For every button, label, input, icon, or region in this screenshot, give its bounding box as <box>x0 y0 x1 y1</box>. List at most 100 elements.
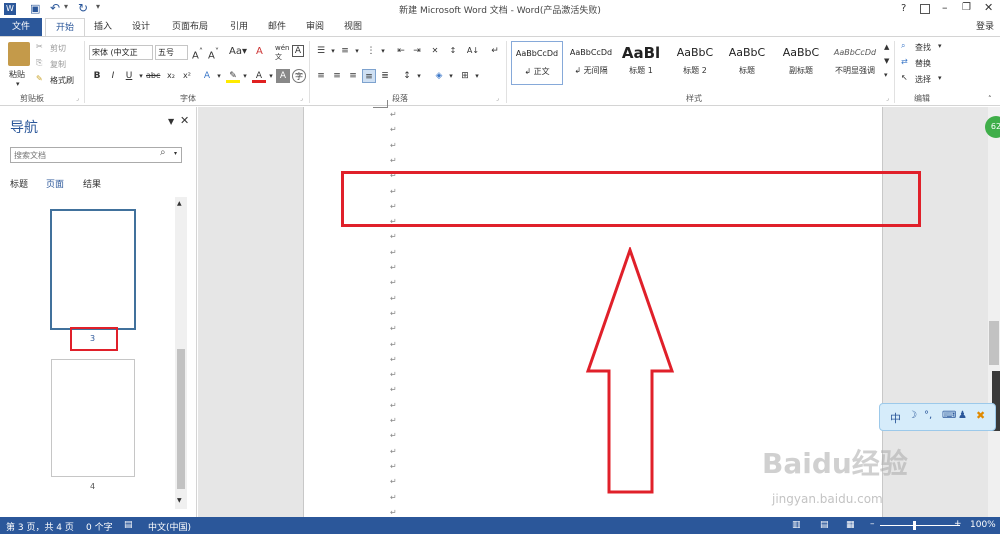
shrink-font-icon[interactable]: A˅ <box>208 46 219 61</box>
page-thumbnail-4[interactable] <box>51 359 135 477</box>
collapse-ribbon-icon[interactable]: ˄ <box>988 95 992 103</box>
cut-button[interactable]: 剪切 <box>50 43 66 54</box>
italic-icon[interactable]: I <box>106 69 120 83</box>
ime-toolbar[interactable]: 中 ☽ °, ⌨ ♟ ✖ <box>879 403 996 431</box>
tab-view[interactable]: 视图 <box>336 18 370 36</box>
zoom-in-icon[interactable]: + <box>954 519 962 529</box>
align-right-icon[interactable]: ≡ <box>346 69 360 83</box>
restore-icon[interactable]: ❐ <box>962 2 971 13</box>
bold-icon[interactable]: B <box>90 69 104 83</box>
style-normal[interactable]: AaBbCcDd ↲ 正文 <box>511 41 563 85</box>
punctuation-icon[interactable]: °, <box>924 410 932 421</box>
styles-launcher-icon[interactable]: ⌟ <box>886 95 889 102</box>
search-icon[interactable]: ⌕ <box>160 147 166 158</box>
select-icon[interactable]: ↖ <box>901 73 908 82</box>
web-layout-icon[interactable]: ▦ <box>846 520 855 530</box>
paragraph-launcher-icon[interactable]: ⌟ <box>496 95 499 102</box>
styles-scroll-down-icon[interactable]: ▼ <box>884 57 889 65</box>
char-shading-icon[interactable]: A <box>276 69 290 83</box>
subscript-icon[interactable]: x₂ <box>164 69 178 83</box>
zoom-slider[interactable] <box>880 525 960 526</box>
select-dropdown-icon[interactable]: ▾ <box>938 74 942 82</box>
float-badge[interactable]: 62 <box>985 116 1000 138</box>
tab-home[interactable]: 开始 <box>45 18 85 36</box>
find-icon[interactable]: ⌕ <box>901 41 905 51</box>
zoom-slider-thumb[interactable] <box>913 521 916 530</box>
char-border-icon[interactable]: A <box>292 45 304 57</box>
scroll-thumb[interactable] <box>989 321 999 365</box>
paste-icon[interactable] <box>8 42 30 66</box>
tab-file[interactable]: 文件 <box>0 18 42 36</box>
scroll-up-icon[interactable]: ▲ <box>177 200 182 207</box>
close-icon[interactable]: ✕ <box>984 1 993 14</box>
language[interactable]: 中文(中国) <box>148 520 191 533</box>
strikethrough-icon[interactable]: abc <box>146 69 160 83</box>
moon-icon[interactable]: ☽ <box>908 410 917 421</box>
read-mode-icon[interactable]: ▥ <box>792 520 801 530</box>
decrease-indent-icon[interactable]: ⇤ <box>394 44 408 58</box>
replace-icon[interactable]: ⇄ <box>901 57 908 66</box>
help-icon[interactable]: ? <box>901 3 906 14</box>
align-left-icon[interactable]: ≡ <box>314 69 328 83</box>
word-count[interactable]: 0 个字 <box>86 520 113 533</box>
search-input[interactable] <box>10 147 182 163</box>
user-icon[interactable]: ♟ <box>958 410 967 421</box>
copy-icon[interactable]: ⎘ <box>36 58 42 68</box>
grow-font-icon[interactable]: A˄ <box>192 46 203 61</box>
cut-icon[interactable]: ✂ <box>36 42 43 51</box>
tab-review[interactable]: 审阅 <box>298 18 332 36</box>
nav-tab-pages[interactable]: 页面 <box>46 177 64 190</box>
ime-mode-label[interactable]: 中 <box>890 410 901 426</box>
tab-page-layout[interactable]: 页面布局 <box>162 18 218 36</box>
zoom-level[interactable]: 100% <box>970 520 996 530</box>
style-heading-2[interactable]: AaBbC 标题 2 <box>669 41 721 85</box>
find-dropdown-icon[interactable]: ▾ <box>938 42 942 50</box>
clear-format-icon[interactable]: A <box>256 46 263 57</box>
page-thumbnail-3[interactable] <box>50 209 136 330</box>
increase-indent-icon[interactable]: ⇥ <box>410 44 424 58</box>
multilevel-dropdown-icon[interactable]: ▾ <box>376 44 390 58</box>
select-button[interactable]: 选择 <box>915 74 931 85</box>
styles-scroll-up-icon[interactable]: ▲ <box>884 43 889 51</box>
page-count[interactable]: 第 3 页，共 4 页 <box>6 520 74 533</box>
change-case-icon[interactable]: Aa▾ <box>229 46 247 57</box>
style-title[interactable]: AaBbC 标题 <box>721 41 773 85</box>
clipboard-launcher-icon[interactable]: ⌟ <box>76 95 79 102</box>
style-heading-1[interactable]: AaBl 标题 1 <box>615 41 667 85</box>
text-effects-dropdown-icon[interactable]: ▾ <box>212 69 226 83</box>
style-subtitle[interactable]: AaBbC 副标题 <box>775 41 827 85</box>
align-center-icon[interactable]: ≡ <box>330 69 344 83</box>
borders-dropdown-icon[interactable]: ▾ <box>470 69 484 83</box>
keyboard-icon[interactable]: ⌨ <box>942 410 956 421</box>
styles-more-icon[interactable]: ▾ <box>884 71 888 79</box>
zoom-out-icon[interactable]: – <box>870 519 875 529</box>
style-subtle-emphasis[interactable]: AaBbCcDd 不明显强调 <box>829 41 881 85</box>
replace-button[interactable]: 替换 <box>915 58 931 69</box>
proofing-icon[interactable]: ▤ <box>124 520 133 530</box>
tools-icon[interactable]: ✖ <box>976 409 985 422</box>
paste-dropdown-icon[interactable]: ▾ <box>16 80 20 88</box>
nav-scrollbar[interactable]: ▲ ▼ <box>175 197 187 509</box>
tab-references[interactable]: 引用 <box>222 18 256 36</box>
phonetic-guide-icon[interactable]: wén 文 <box>275 44 289 62</box>
enclose-char-icon[interactable]: 字 <box>292 69 306 83</box>
show-marks-icon[interactable]: ↵ <box>488 44 502 58</box>
style-no-spacing[interactable]: AaBbCcDd ↲ 无间隔 <box>565 41 617 85</box>
nav-tab-results[interactable]: 结果 <box>83 177 101 190</box>
login-link[interactable]: 登录 <box>970 18 1000 36</box>
ribbon-display-icon[interactable] <box>920 4 930 14</box>
nav-options-icon[interactable]: ▼ <box>168 117 174 126</box>
font-size-select[interactable]: 五号 <box>155 45 188 60</box>
highlight-dropdown-icon[interactable]: ▾ <box>238 69 252 83</box>
shading-dropdown-icon[interactable]: ▾ <box>444 69 458 83</box>
sort-icon[interactable]: ↕ <box>446 44 460 58</box>
distributed-icon[interactable]: ≣ <box>378 69 392 83</box>
sort-az-icon[interactable]: A↓ <box>466 44 480 58</box>
minimize-icon[interactable]: – <box>942 1 948 14</box>
format-painter-icon[interactable]: ✎ <box>36 74 43 83</box>
format-painter-button[interactable]: 格式刷 <box>50 75 74 86</box>
copy-button[interactable]: 复制 <box>50 59 66 70</box>
chinese-layout-icon[interactable]: ✕ <box>428 44 442 58</box>
search-dropdown-icon[interactable]: ▾ <box>174 150 177 157</box>
nav-close-icon[interactable]: ✕ <box>180 114 189 127</box>
